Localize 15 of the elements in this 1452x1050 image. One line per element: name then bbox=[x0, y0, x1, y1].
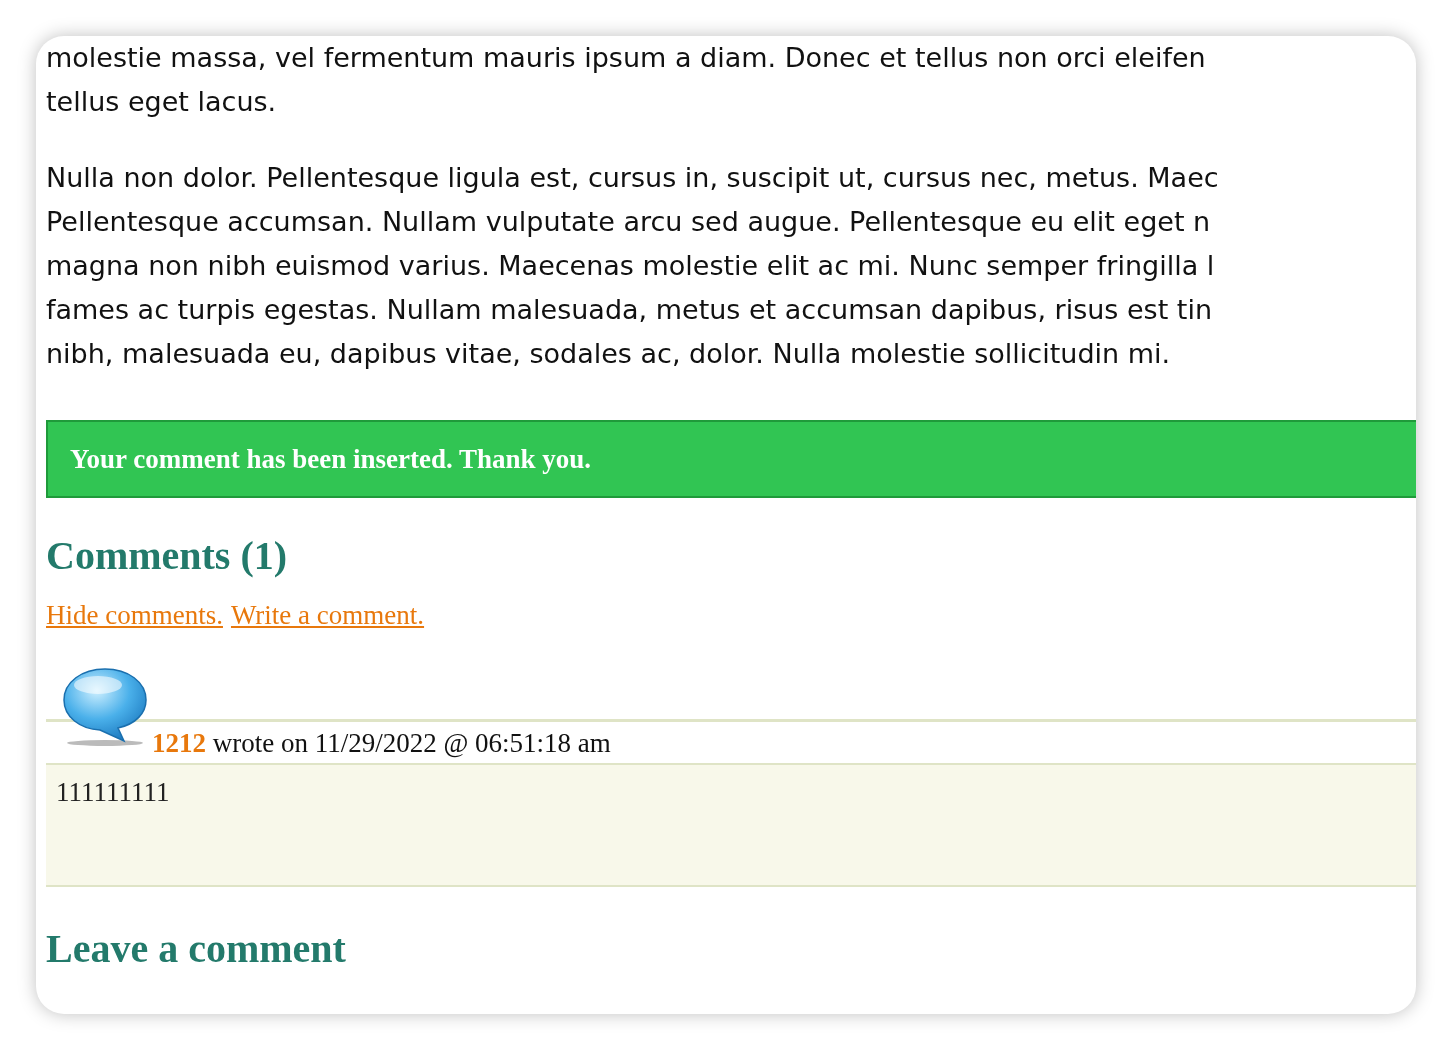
article-text: magna non nibh euismod varius. Maecenas molestie elit ac mi. Nunc semper fringilla l bbox=[46, 249, 1215, 283]
article-text: fames ac turpis egestas. Nullam malesuada, metus et accumsan dapibus, risus est tin bbox=[46, 293, 1213, 327]
success-message: Your comment has been inserted. Thank you. bbox=[70, 443, 592, 475]
article-text: Nulla non dolor. Pellentesque ligula est, cursus in, suscipit ut, cursus nec, metus. Maec bbox=[46, 161, 1219, 195]
comment-meta: 1212 wrote on 11/29/2022 @ 06:51:18 am bbox=[152, 728, 611, 759]
article-text: molestie massa, vel fermentum mauris ipsum a diam. Donec et tellus non orci eleifen bbox=[46, 41, 1206, 75]
comment-link[interactable]: Hide comments. bbox=[46, 600, 223, 631]
comment-text: 111111111 bbox=[56, 777, 170, 807]
leave-comment-heading: Leave a comment bbox=[46, 925, 346, 973]
article-text: tellus eget lacus. bbox=[46, 85, 277, 119]
article-text: nibh, malesuada eu, dapibus vitae, sodales ac, dolor. Nulla molestie sollicitudin mi. bbox=[46, 337, 1171, 371]
comment-link[interactable]: Write a comment. bbox=[230, 600, 425, 631]
comments-heading: Comments (1) bbox=[46, 532, 288, 580]
article-text: Pellentesque accumsan. Nullam vulputate arcu sed augue. Pellentesque eu elit eget n bbox=[46, 205, 1211, 239]
speech-bubble-icon bbox=[62, 667, 148, 747]
